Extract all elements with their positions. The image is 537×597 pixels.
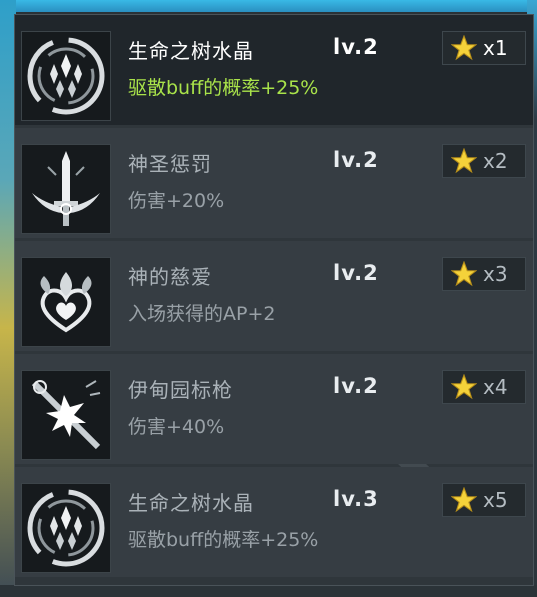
item-effect: 驱散buff的概率+25% [128,77,319,99]
crystal-tree-icon [21,31,111,121]
star-icon [451,374,477,400]
spear-burst-icon [21,370,111,460]
list-item[interactable]: 神的慈爱 lv.2 入场获得的AP+2 x3 [15,241,533,351]
crystal-tree-icon [21,483,111,573]
item-level: lv.3 [333,487,379,511]
star-count-badge: x5 [442,483,526,517]
holy-sword-icon [21,144,111,234]
item-level: lv.2 [333,374,379,398]
star-icon [451,487,477,513]
star-icon [451,35,477,61]
star-count-badge: x4 [442,370,526,404]
star-count-badge: x2 [442,144,526,178]
star-count: x2 [483,149,508,173]
scene-backdrop-bottom [0,585,537,597]
star-icon [451,261,477,287]
star-count: x5 [483,488,508,512]
item-name: 伊甸园标枪 [128,378,233,402]
star-count: x4 [483,375,508,399]
star-count: x3 [483,262,508,286]
equipment-list-panel: 生命之树水晶 lv.2 驱散buff的概率+25% x1 神圣惩罚 lv.2 伤… [14,14,534,586]
scene-backdrop-top [0,0,537,12]
item-effect: 伤害+20% [128,190,225,212]
list-item[interactable]: 生命之树水晶 lv.3 驱散buff的概率+25% x5 [15,467,533,577]
item-level: lv.2 [333,35,379,59]
item-name: 神圣惩罚 [128,152,212,176]
item-name: 生命之树水晶 [128,39,254,63]
list-item[interactable]: 伊甸园标枪 lv.2 伤害+40% x4 [15,354,533,464]
star-count-badge: x3 [442,257,526,291]
item-level: lv.2 [333,148,379,172]
item-name: 生命之树水晶 [128,491,254,515]
star-count: x1 [483,36,508,60]
list-item[interactable]: 神圣惩罚 lv.2 伤害+20% x2 [15,128,533,238]
item-effect: 驱散buff的概率+25% [128,529,319,551]
list-item[interactable]: 生命之树水晶 lv.2 驱散buff的概率+25% x1 [15,15,533,125]
item-effect: 伤害+40% [128,416,225,438]
heart-flame-icon [21,257,111,347]
item-name: 神的慈爱 [128,265,212,289]
star-icon [451,148,477,174]
star-count-badge: x1 [442,31,526,65]
item-effect: 入场获得的AP+2 [128,303,276,325]
item-level: lv.2 [333,261,379,285]
